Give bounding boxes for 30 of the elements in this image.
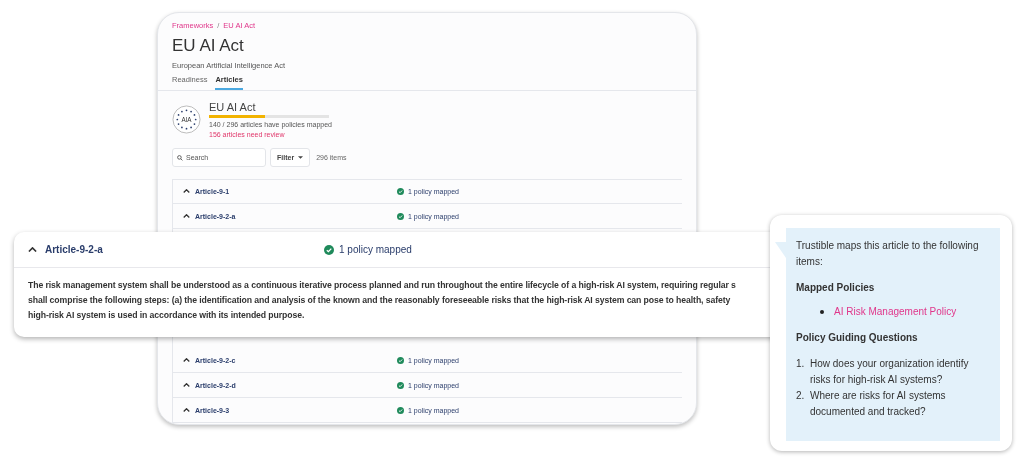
search-icon xyxy=(177,154,183,161)
page-title: EU AI Act xyxy=(172,36,245,56)
check-circle-icon xyxy=(397,356,404,364)
question-number: 2. xyxy=(796,389,806,403)
section-heading: Mapped Policies xyxy=(796,281,876,295)
bullet-icon xyxy=(820,310,824,314)
question-text: Where are risks for AI systems documented and tracked? xyxy=(810,389,947,419)
callout-intro: Trustible maps this article to the following items: xyxy=(796,239,980,269)
section-heading: Policy Guiding Questions xyxy=(796,331,919,345)
check-circle-icon xyxy=(397,188,404,195)
question-text: How does your organization identify risks for high-risk AI systems? xyxy=(810,357,970,387)
chevron-up-icon[interactable] xyxy=(183,213,190,219)
chevron-up-icon[interactable] xyxy=(183,189,190,194)
framework-name: EU AI Act xyxy=(209,101,257,113)
status-text: 1 policy mapped xyxy=(339,244,412,255)
chevron-up-icon[interactable] xyxy=(183,382,190,388)
article-text-line: shall comprise the following steps: (a) the identification and analysis of the known and the reasonably foreseeable risks that the high-risk AI system can pose to health, safety xyxy=(28,295,731,305)
check-circle-icon xyxy=(397,381,404,389)
check-circle-icon xyxy=(397,212,404,220)
article-name[interactable]: Article-9-2-a xyxy=(45,244,324,255)
policy-link[interactable]: AI Risk Management Policy xyxy=(834,304,957,320)
caret-icon xyxy=(298,156,304,159)
chevron-up-icon[interactable] xyxy=(28,246,37,253)
question-number: 1. xyxy=(796,357,806,371)
check-circle-icon xyxy=(397,406,404,414)
article-text-line: The risk management system shall be understood as a continuous iterative process planned and run throughout the entire lifecycle of a high-risk AI system, requiring regular s xyxy=(28,280,736,290)
chevron-up-icon[interactable] xyxy=(183,357,190,363)
chevron-up-icon[interactable] xyxy=(183,407,190,413)
article-text-line: high-risk AI system is used in accordance with its intended purpose. xyxy=(28,310,305,320)
check-circle-icon xyxy=(324,244,334,255)
